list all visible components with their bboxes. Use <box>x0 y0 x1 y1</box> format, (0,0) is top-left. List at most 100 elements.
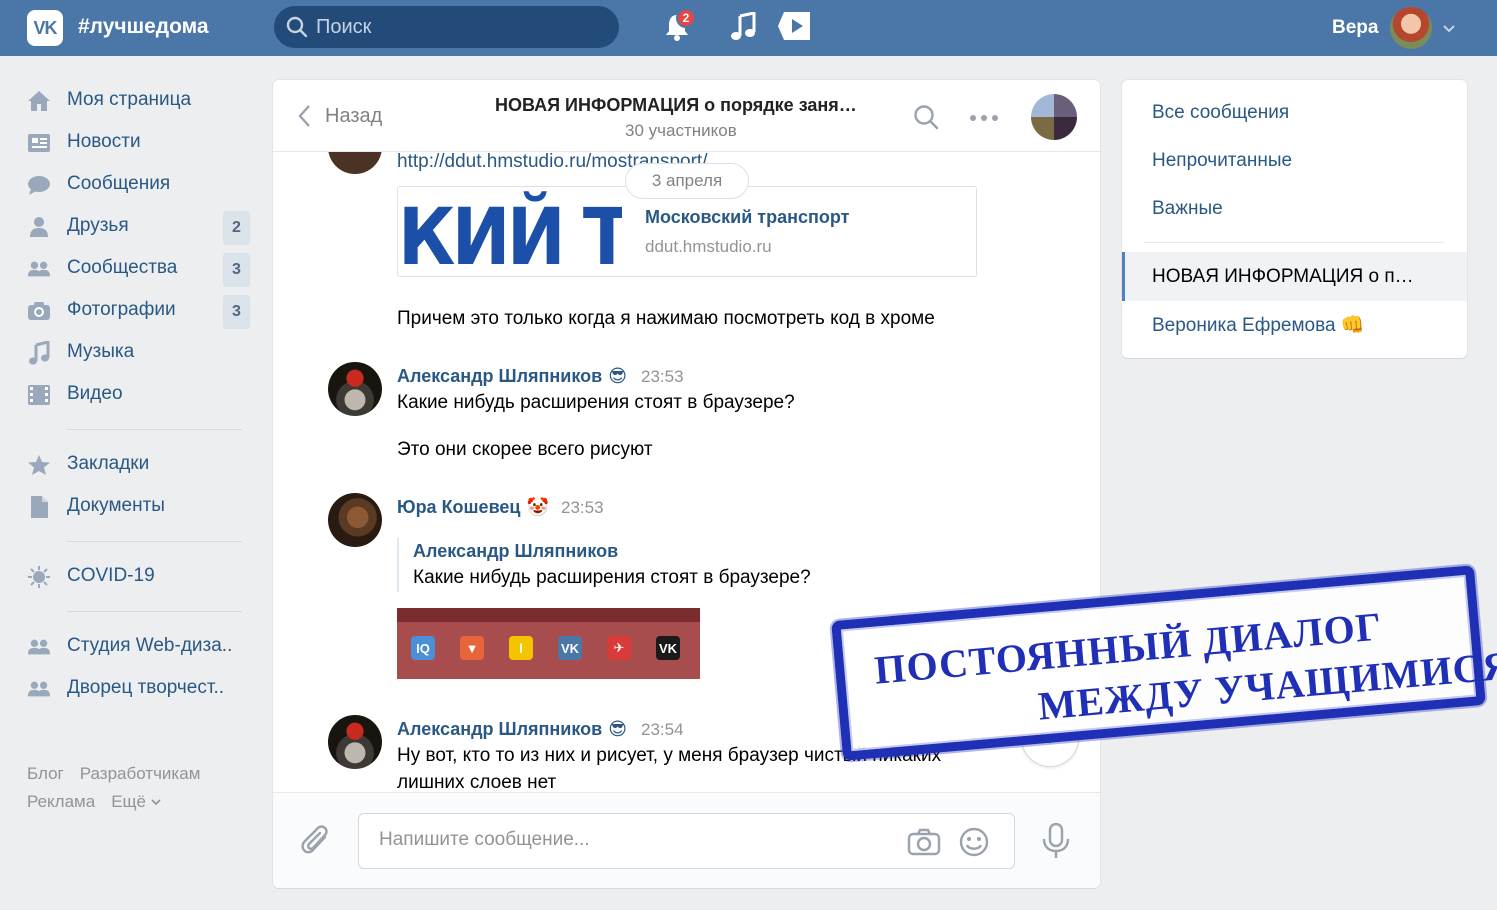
reply-quote[interactable]: Александр Шляпников Какие нибудь расшире… <box>397 538 811 592</box>
messages-icon <box>27 173 51 197</box>
nav-label: Новости <box>67 131 141 152</box>
link-preview-card[interactable]: КИЙ ТІ Московский транспорт ddut.hmstudi… <box>397 186 977 277</box>
date-separator: 3 апреля <box>625 163 749 199</box>
nav-divider <box>0 528 272 556</box>
filter-important[interactable]: Важные <box>1152 198 1223 220</box>
author-name: Александр Шляпников <box>397 366 603 386</box>
back-button[interactable]: Назад <box>297 104 382 128</box>
nav-label: Друзья <box>67 215 129 236</box>
nav-label: Сообщения <box>67 173 171 194</box>
community-hashtag[interactable]: #лучшедома <box>78 15 209 39</box>
attached-image[interactable]: IQ ▼ l VK ✈ VK <box>397 608 700 679</box>
star-icon <box>27 453 51 477</box>
message-text: Причем это только когда я нажимаю посмот… <box>397 308 935 329</box>
friends-icon <box>27 215 51 239</box>
conversation-panel: Назад НОВАЯ ИНФОРМАЦИЯ о порядке заня… 3… <box>273 80 1100 888</box>
video-player-icon[interactable] <box>776 10 814 42</box>
image-strip <box>397 608 700 622</box>
user-avatar[interactable] <box>1390 7 1432 49</box>
search-bar[interactable] <box>274 6 619 48</box>
back-label: Назад <box>325 104 383 127</box>
nav-label: Моя страница <box>67 89 192 110</box>
footer-link-developers[interactable]: Разработчикам <box>80 764 201 783</box>
conversation-title[interactable]: НОВАЯ ИНФОРМАЦИЯ о порядке заня… <box>495 95 857 116</box>
nav-item-group-web-studio[interactable]: Студия Web-диза.. <box>0 626 272 668</box>
message-time[interactable]: 23:53 <box>641 367 684 387</box>
communities-icon <box>27 257 51 281</box>
nav-item-documents[interactable]: Документы <box>0 486 272 528</box>
communities-count-badge: 3 <box>223 253 250 287</box>
message-author[interactable]: Юра Кошевец 🤡 <box>397 497 549 518</box>
link-preview-image: КИЙ ТІ <box>398 187 622 276</box>
filter-all-messages[interactable]: Все сообщения <box>1152 102 1289 124</box>
message-input-box[interactable] <box>358 813 1015 869</box>
search-input[interactable] <box>316 15 596 39</box>
nav-item-friends[interactable]: Друзья 2 <box>0 206 272 248</box>
conversation-filters-panel: Все сообщения Непрочитанные Важные НОВАЯ… <box>1122 80 1467 358</box>
nav-item-my-page[interactable]: Моя страница <box>0 80 272 122</box>
contact-emoji: 👊 <box>1340 315 1365 336</box>
news-icon <box>27 131 51 155</box>
message-time[interactable]: 23:53 <box>561 498 604 518</box>
nav-item-music[interactable]: Музыка <box>0 332 272 374</box>
top-header: VK #лучшедома 2 Вера <box>0 0 1497 56</box>
message-author[interactable]: Александр Шляпников 😎 <box>397 719 627 740</box>
message-input[interactable] <box>379 829 879 851</box>
quote-text: Какие нибудь расширения стоят в браузере… <box>413 567 811 588</box>
author-emoji: 🤡 <box>526 497 549 517</box>
link-preview-title[interactable]: Московский транспорт <box>645 207 849 228</box>
nav-item-video[interactable]: Видео <box>0 374 272 416</box>
microphone-icon[interactable] <box>1041 823 1071 859</box>
active-conversation-item[interactable]: НОВАЯ ИНФОРМАЦИЯ о п… <box>1122 252 1467 301</box>
smile-icon[interactable] <box>959 827 989 857</box>
conversation-avatar[interactable] <box>1031 94 1077 140</box>
footer-link-more[interactable]: Ещё <box>111 792 162 811</box>
nav-divider <box>0 416 272 444</box>
avatar[interactable] <box>328 152 382 174</box>
avatar[interactable] <box>328 362 382 416</box>
home-icon <box>27 89 51 113</box>
avatar[interactable] <box>328 715 382 769</box>
message-time[interactable]: 23:54 <box>641 720 684 740</box>
nav-item-news[interactable]: Новости <box>0 122 272 164</box>
vk-extension-icon: VK <box>558 636 582 660</box>
message-author[interactable]: Александр Шляпников 😎 <box>397 366 627 387</box>
vk-logo[interactable]: VK <box>27 10 63 46</box>
contact-item[interactable]: Вероника Ефремова 👊 <box>1152 313 1365 337</box>
nav-item-covid[interactable]: COVID-19 <box>0 556 272 598</box>
nav-item-bookmarks[interactable]: Закладки <box>0 444 272 486</box>
nav-item-messages[interactable]: Сообщения <box>0 164 272 206</box>
notifications-badge: 2 <box>676 8 696 28</box>
nav-label: Видео <box>67 383 123 404</box>
footer-links: Блог Разработчикам Реклама Ещё <box>27 760 257 816</box>
footer-link-blog[interactable]: Блог <box>27 764 64 783</box>
footer-link-ads[interactable]: Реклама <box>27 792 95 811</box>
search-icon <box>286 16 308 38</box>
iq-extension-icon: IQ <box>411 636 435 660</box>
music-icon <box>27 341 51 365</box>
panel-divider <box>1144 242 1444 243</box>
nav-label: Закладки <box>67 453 150 474</box>
message-text: Это они скорее всего рисуют <box>397 439 653 460</box>
more-icon[interactable] <box>969 114 999 122</box>
avatar[interactable] <box>328 493 382 547</box>
nav-item-group-palace[interactable]: Дворец творчест.. <box>0 668 272 710</box>
conversation-header: Назад НОВАЯ ИНФОРМАЦИЯ о порядке заня… 3… <box>273 80 1100 152</box>
filter-unread[interactable]: Непрочитанные <box>1152 150 1292 172</box>
vk-dark-extension-icon: VK <box>656 636 680 660</box>
nav-item-communities[interactable]: Сообщества 3 <box>0 248 272 290</box>
nav-label: Документы <box>67 495 165 516</box>
chevron-left-icon <box>298 105 310 127</box>
camera-icon[interactable] <box>907 828 941 856</box>
paperclip-icon[interactable] <box>301 823 333 859</box>
user-name[interactable]: Вера <box>1332 17 1378 39</box>
footer-more-label: Ещё <box>111 792 146 811</box>
message-text: Какие нибудь расширения стоят в браузере… <box>397 392 795 413</box>
chevron-down-icon[interactable] <box>1441 20 1457 36</box>
music-icon[interactable] <box>730 12 758 42</box>
search-icon[interactable] <box>913 104 939 130</box>
nav-label: Сообщества <box>67 257 178 278</box>
participants-count[interactable]: 30 участников <box>625 121 737 141</box>
nav-item-photos[interactable]: Фотографии 3 <box>0 290 272 332</box>
group-icon <box>27 635 51 659</box>
